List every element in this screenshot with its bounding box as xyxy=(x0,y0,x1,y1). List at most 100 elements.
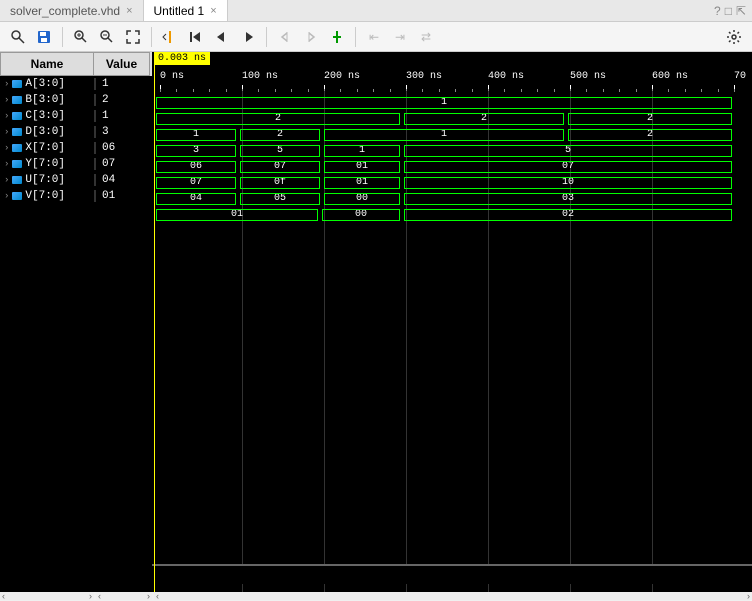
signal-row[interactable]: › U[7:0] 04 xyxy=(0,172,152,188)
save-button[interactable] xyxy=(32,25,56,49)
expand-icon[interactable]: › xyxy=(4,175,9,185)
signal-value: 01 xyxy=(94,190,150,202)
main-content: Name Value ›A[3:0]1›B[3:0]2›C[3:0]1›D[3:… xyxy=(0,52,752,592)
expand-icon[interactable]: › xyxy=(4,143,9,153)
prev-transition-button[interactable]: ⇤ xyxy=(362,25,386,49)
signal-row[interactable]: ›A[3:0]1 xyxy=(0,76,152,92)
signal-row[interactable]: › Y[7:0] 07 xyxy=(0,156,152,172)
wave-row[interactable]: 06070107 xyxy=(152,159,752,175)
time-tick: 600 ns xyxy=(652,71,688,82)
tab-label: solver_complete.vhd xyxy=(10,4,120,18)
time-tick: 300 ns xyxy=(406,71,442,82)
wave-row[interactable]: 010002 xyxy=(152,207,752,223)
bus-segment: 1 xyxy=(324,129,564,141)
wave-scrollbar[interactable]: ‹› xyxy=(154,592,752,600)
popout-icon[interactable]: ⇱ xyxy=(736,4,746,18)
bus-icon xyxy=(12,80,22,88)
cursor-line[interactable] xyxy=(154,64,155,592)
signal-value: 3 xyxy=(94,126,150,138)
wave-area[interactable]: 12221212351506070107070f0110040500030100… xyxy=(152,95,752,223)
zoom-fit-button[interactable] xyxy=(121,25,145,49)
time-tick: 200 ns xyxy=(324,71,360,82)
bus-icon xyxy=(12,112,22,120)
signal-name: Y[7:0] xyxy=(25,158,65,170)
value-header[interactable]: Value xyxy=(94,52,150,76)
time-ruler[interactable]: 0 ns100 ns200 ns300 ns400 ns500 ns600 ns… xyxy=(152,65,752,91)
expand-icon[interactable]: › xyxy=(4,159,9,169)
bus-segment: 06 xyxy=(156,161,236,173)
wave-row[interactable]: 1 xyxy=(152,95,752,111)
wave-row[interactable]: 04050003 xyxy=(152,191,752,207)
cursor-time-badge: 0.003 ns xyxy=(154,52,210,65)
name-header[interactable]: Name xyxy=(0,52,94,76)
step-forward-button[interactable] xyxy=(236,25,260,49)
zoom-out-button[interactable] xyxy=(95,25,119,49)
bus-segment: 00 xyxy=(322,209,400,221)
tab-bar: solver_complete.vhd × Untitled 1 × ? □ ⇱ xyxy=(0,0,752,22)
bus-segment: 01 xyxy=(324,161,400,173)
waveform-view[interactable]: 0.003 ns 0 ns100 ns200 ns300 ns400 ns500… xyxy=(152,52,752,592)
expand-icon[interactable]: › xyxy=(4,191,9,201)
maximize-icon[interactable]: □ xyxy=(725,4,732,18)
wave-row[interactable]: 1212 xyxy=(152,127,752,143)
bus-segment: 1 xyxy=(156,129,236,141)
expand-icon[interactable]: › xyxy=(4,111,9,121)
bus-segment: 05 xyxy=(240,193,320,205)
signal-name: X[7:0] xyxy=(25,142,65,154)
signal-row[interactable]: ›D[3:0]3 xyxy=(0,124,152,140)
time-tick: 0 ns xyxy=(160,71,184,82)
bus-segment: 07 xyxy=(156,177,236,189)
bus-segment: 1 xyxy=(324,145,400,157)
expand-icon[interactable]: › xyxy=(4,79,9,89)
bus-segment: 02 xyxy=(404,209,732,221)
add-marker-button[interactable] xyxy=(325,25,349,49)
next-transition-button[interactable]: ⇥ xyxy=(388,25,412,49)
search-button[interactable] xyxy=(6,25,30,49)
signal-row[interactable]: ›V[7:0]01 xyxy=(0,188,152,204)
bottom-split[interactable] xyxy=(152,564,752,584)
tab-solver[interactable]: solver_complete.vhd × xyxy=(0,0,144,21)
swap-button[interactable]: ⇄ xyxy=(414,25,438,49)
zoom-in-button[interactable] xyxy=(69,25,93,49)
signal-name: U[7:0] xyxy=(25,174,65,186)
signal-value: 07 xyxy=(94,158,150,170)
bus-segment: 1 xyxy=(156,97,732,109)
next-edge-button[interactable] xyxy=(299,25,323,49)
step-back-button[interactable] xyxy=(210,25,234,49)
signal-row[interactable]: › B[3:0] 2 xyxy=(0,92,152,108)
bus-segment: 07 xyxy=(240,161,320,173)
name-scrollbar[interactable]: ‹› xyxy=(0,592,94,600)
close-icon[interactable]: × xyxy=(210,5,216,17)
wave-row[interactable]: 222 xyxy=(152,111,752,127)
goto-start-button[interactable] xyxy=(184,25,208,49)
help-icon[interactable]: ? xyxy=(714,4,721,18)
time-tick: 100 ns xyxy=(242,71,278,82)
value-scrollbar[interactable]: ‹› xyxy=(96,592,152,600)
signal-row[interactable]: ›C[3:0]1 xyxy=(0,108,152,124)
bus-segment: 0f xyxy=(240,177,320,189)
signal-value: 04 xyxy=(94,174,150,186)
bus-segment: 10 xyxy=(404,177,732,189)
signal-row[interactable]: › X[7:0] 06 xyxy=(0,140,152,156)
settings-button[interactable] xyxy=(722,25,746,49)
expand-icon[interactable]: › xyxy=(4,127,9,137)
signal-panel: Name Value ›A[3:0]1›B[3:0]2›C[3:0]1›D[3:… xyxy=(0,52,152,592)
expand-icon[interactable]: › xyxy=(4,95,9,105)
wave-row[interactable]: 3515 xyxy=(152,143,752,159)
prev-edge-button[interactable] xyxy=(273,25,297,49)
signal-value: 1 xyxy=(94,110,150,122)
time-tick: 500 ns xyxy=(570,71,606,82)
column-headers: Name Value xyxy=(0,52,152,76)
close-icon[interactable]: × xyxy=(126,5,132,17)
wave-row[interactable]: 070f0110 xyxy=(152,175,752,191)
bus-icon xyxy=(12,128,22,136)
goto-cursor-button[interactable] xyxy=(158,25,182,49)
bus-segment: 3 xyxy=(156,145,236,157)
signal-value: 06 xyxy=(94,142,150,154)
bus-segment: 2 xyxy=(568,129,732,141)
signal-name: B[3:0] xyxy=(25,94,65,106)
bus-segment: 2 xyxy=(156,113,400,125)
signal-value: 2 xyxy=(94,94,150,106)
tab-untitled[interactable]: Untitled 1 × xyxy=(144,0,228,21)
bus-segment: 00 xyxy=(324,193,400,205)
